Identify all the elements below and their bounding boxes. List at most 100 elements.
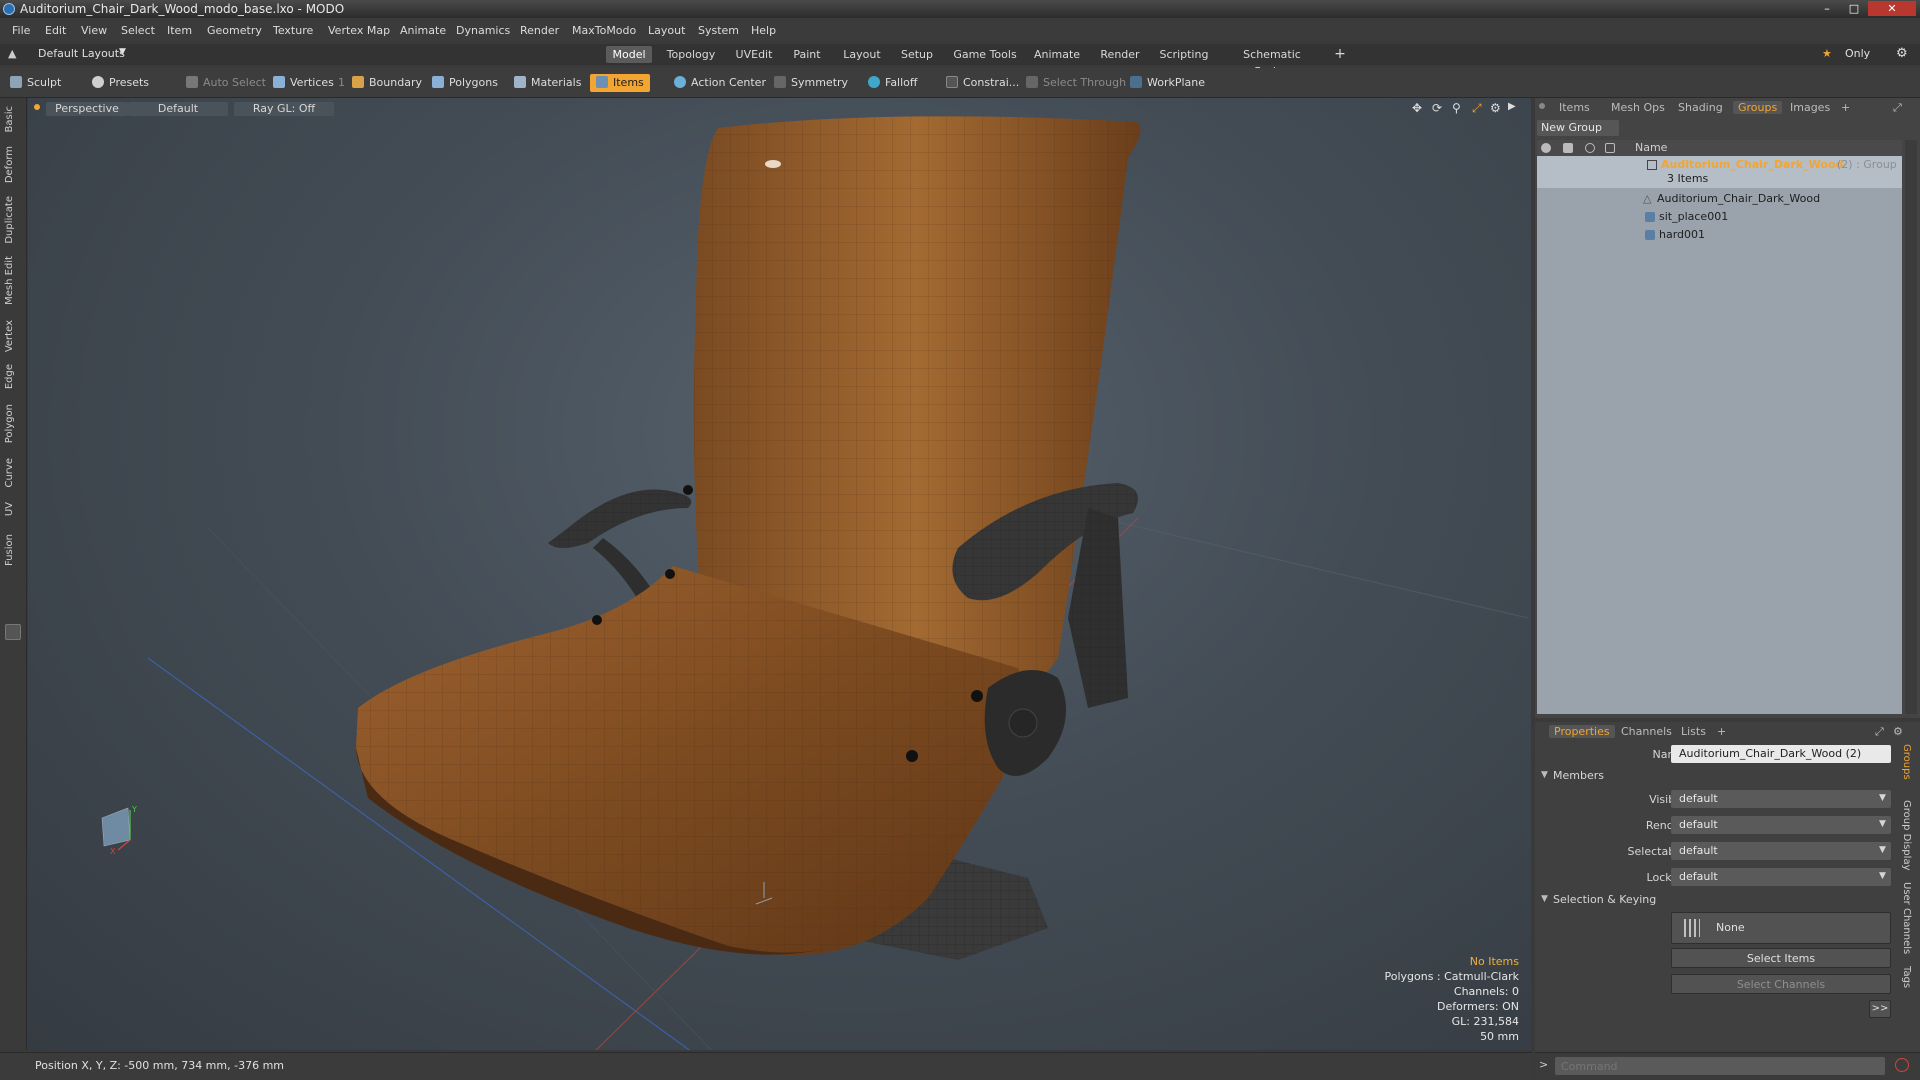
add-panel-tab-icon[interactable]: + (1717, 725, 1726, 738)
menu-geometry[interactable]: Geometry (207, 24, 262, 37)
tab-groups[interactable]: Groups (1733, 101, 1783, 114)
tab-topology[interactable]: Topology (662, 46, 720, 63)
tab-scripting[interactable]: Scripting (1156, 46, 1212, 63)
none-button[interactable]: None (1671, 912, 1891, 944)
tab-animate[interactable]: Animate (1030, 46, 1084, 63)
side-tab-user-channels[interactable]: User Channels (1901, 882, 1912, 954)
menu-select[interactable]: Select (121, 24, 155, 37)
name-column-header[interactable]: Name (1635, 140, 1667, 156)
gear-icon[interactable]: ⚙ (1896, 46, 1908, 61)
panel-expand-icon[interactable]: ⤢ (1893, 101, 1902, 115)
vtab-vertex[interactable]: Vertex (4, 320, 15, 352)
list-item[interactable]: hard001 (1537, 226, 1902, 244)
vtab-deform[interactable]: Deform (4, 146, 15, 183)
tab-game-tools[interactable]: Game Tools (952, 46, 1018, 63)
vtab-edge[interactable]: Edge (4, 364, 15, 389)
close-button[interactable]: ✕ (1868, 1, 1916, 16)
vtab-basic[interactable]: Basic (4, 106, 15, 132)
visible-dropdown[interactable]: default (1671, 790, 1891, 808)
command-input[interactable] (1555, 1057, 1885, 1075)
symmetry-button[interactable]: Symmetry (774, 74, 848, 92)
select-items-button[interactable]: Select Items (1671, 948, 1891, 968)
select-through-button[interactable]: Select Through (1026, 74, 1126, 92)
menu-edit[interactable]: Edit (45, 24, 66, 37)
menu-item[interactable]: Item (167, 24, 192, 37)
menu-layout[interactable]: Layout (648, 24, 685, 37)
minimize-button[interactable]: – (1814, 1, 1840, 16)
vtab-uv[interactable]: UV (4, 502, 15, 516)
tab-images[interactable]: Images (1790, 101, 1830, 114)
expand-toggle-icon[interactable] (5, 624, 21, 640)
menu-maxtomodo[interactable]: MaxToModo (572, 24, 636, 37)
tab-mesh-ops[interactable]: Mesh Ops (1611, 101, 1665, 114)
tab-items[interactable]: Items (1559, 101, 1590, 114)
panel-gear-icon[interactable]: ⚙ (1893, 725, 1903, 738)
vtab-mesh-edit[interactable]: Mesh Edit (4, 256, 15, 305)
menu-system[interactable]: System (698, 24, 739, 37)
constraints-button[interactable]: Constrai... (946, 74, 1019, 92)
action-center-button[interactable]: Action Center (674, 74, 766, 92)
boundary-button[interactable]: Boundary (352, 74, 422, 92)
add-tab-icon[interactable]: + (1332, 46, 1348, 63)
vtab-polygon[interactable]: Polygon (4, 404, 15, 443)
menu-vertex-map[interactable]: Vertex Map (328, 24, 390, 37)
tab-channels[interactable]: Channels (1621, 725, 1672, 738)
list-item[interactable]: △ Auditorium_Chair_Dark_Wood (1537, 190, 1902, 208)
menu-help[interactable]: Help (751, 24, 776, 37)
menu-render[interactable]: Render (520, 24, 559, 37)
lock-column-icon[interactable] (1605, 143, 1615, 153)
side-tab-group-display[interactable]: Group Display (1901, 800, 1912, 870)
materials-button[interactable]: Materials (514, 74, 581, 92)
menu-texture[interactable]: Texture (273, 24, 313, 37)
tab-lists[interactable]: Lists (1681, 725, 1706, 738)
presets-button[interactable]: Presets (92, 74, 149, 92)
render-column-icon[interactable] (1563, 143, 1573, 153)
tab-uvedit[interactable]: UVEdit (732, 46, 776, 63)
side-tab-groups[interactable]: Groups (1901, 744, 1912, 780)
side-tab-tags[interactable]: Tags (1901, 966, 1912, 988)
tab-layout[interactable]: Layout (838, 46, 886, 63)
add-panel-tab-icon[interactable]: + (1841, 101, 1850, 114)
tab-setup[interactable]: Setup (896, 46, 938, 63)
3d-viewport[interactable]: Perspective Default Ray GL: Off ✥ ⟳ ⚲ ⤢ … (28, 98, 1531, 1050)
panel-expand-icon[interactable]: ⤢ (1875, 725, 1884, 739)
select-column-icon[interactable] (1585, 143, 1595, 153)
only-toggle[interactable]: Only (1845, 47, 1870, 60)
new-group-button[interactable]: New Group (1537, 120, 1619, 136)
tab-model[interactable]: Model (606, 46, 652, 63)
polygons-button[interactable]: Polygons (432, 74, 498, 92)
menu-dynamics[interactable]: Dynamics (456, 24, 510, 37)
falloff-button[interactable]: Falloff (868, 74, 917, 92)
sculpt-button[interactable]: Sculpt (10, 74, 61, 92)
select-channels-button[interactable]: Select Channels (1671, 974, 1891, 994)
vtab-curve[interactable]: Curve (4, 458, 15, 488)
more-button[interactable]: >> (1869, 1000, 1891, 1018)
list-item[interactable]: sit_place001 (1537, 208, 1902, 226)
vtab-duplicate[interactable]: Duplicate (4, 196, 15, 244)
maximize-button[interactable]: □ (1841, 1, 1867, 16)
vtab-fusion[interactable]: Fusion (4, 534, 15, 566)
collapse-icon[interactable]: ▼ (1541, 770, 1548, 780)
tab-schematic-fusion[interactable]: Schematic Fusion (1224, 46, 1320, 78)
workplane-button[interactable]: WorkPlane (1130, 74, 1205, 92)
record-icon[interactable] (1895, 1058, 1909, 1072)
menu-animate[interactable]: Animate (400, 24, 446, 37)
vertices-button[interactable]: Vertices (273, 74, 334, 92)
auto-select-button[interactable]: Auto Select (186, 74, 266, 92)
tab-render[interactable]: Render (1094, 46, 1146, 63)
layout-selector[interactable]: Default Layouts (38, 47, 125, 60)
layout-menu-icon[interactable]: ▲ (8, 47, 16, 60)
locked-dropdown[interactable]: default (1671, 868, 1891, 886)
selectable-dropdown[interactable]: default (1671, 842, 1891, 860)
tab-shading[interactable]: Shading (1678, 101, 1723, 114)
items-button[interactable]: Items (590, 74, 650, 92)
vertical-scrollbar[interactable] (1905, 140, 1917, 714)
eye-column-icon[interactable] (1541, 143, 1551, 153)
menu-file[interactable]: File (12, 24, 30, 37)
menu-view[interactable]: View (81, 24, 107, 37)
render-dropdown[interactable]: default (1671, 816, 1891, 834)
name-field[interactable]: Auditorium_Chair_Dark_Wood (2) (1671, 745, 1891, 763)
tab-paint[interactable]: Paint (786, 46, 828, 63)
group-row[interactable]: Auditorium_Chair_Dark_Wood (2) : Group 3… (1537, 156, 1902, 188)
tab-properties[interactable]: Properties (1549, 725, 1615, 738)
